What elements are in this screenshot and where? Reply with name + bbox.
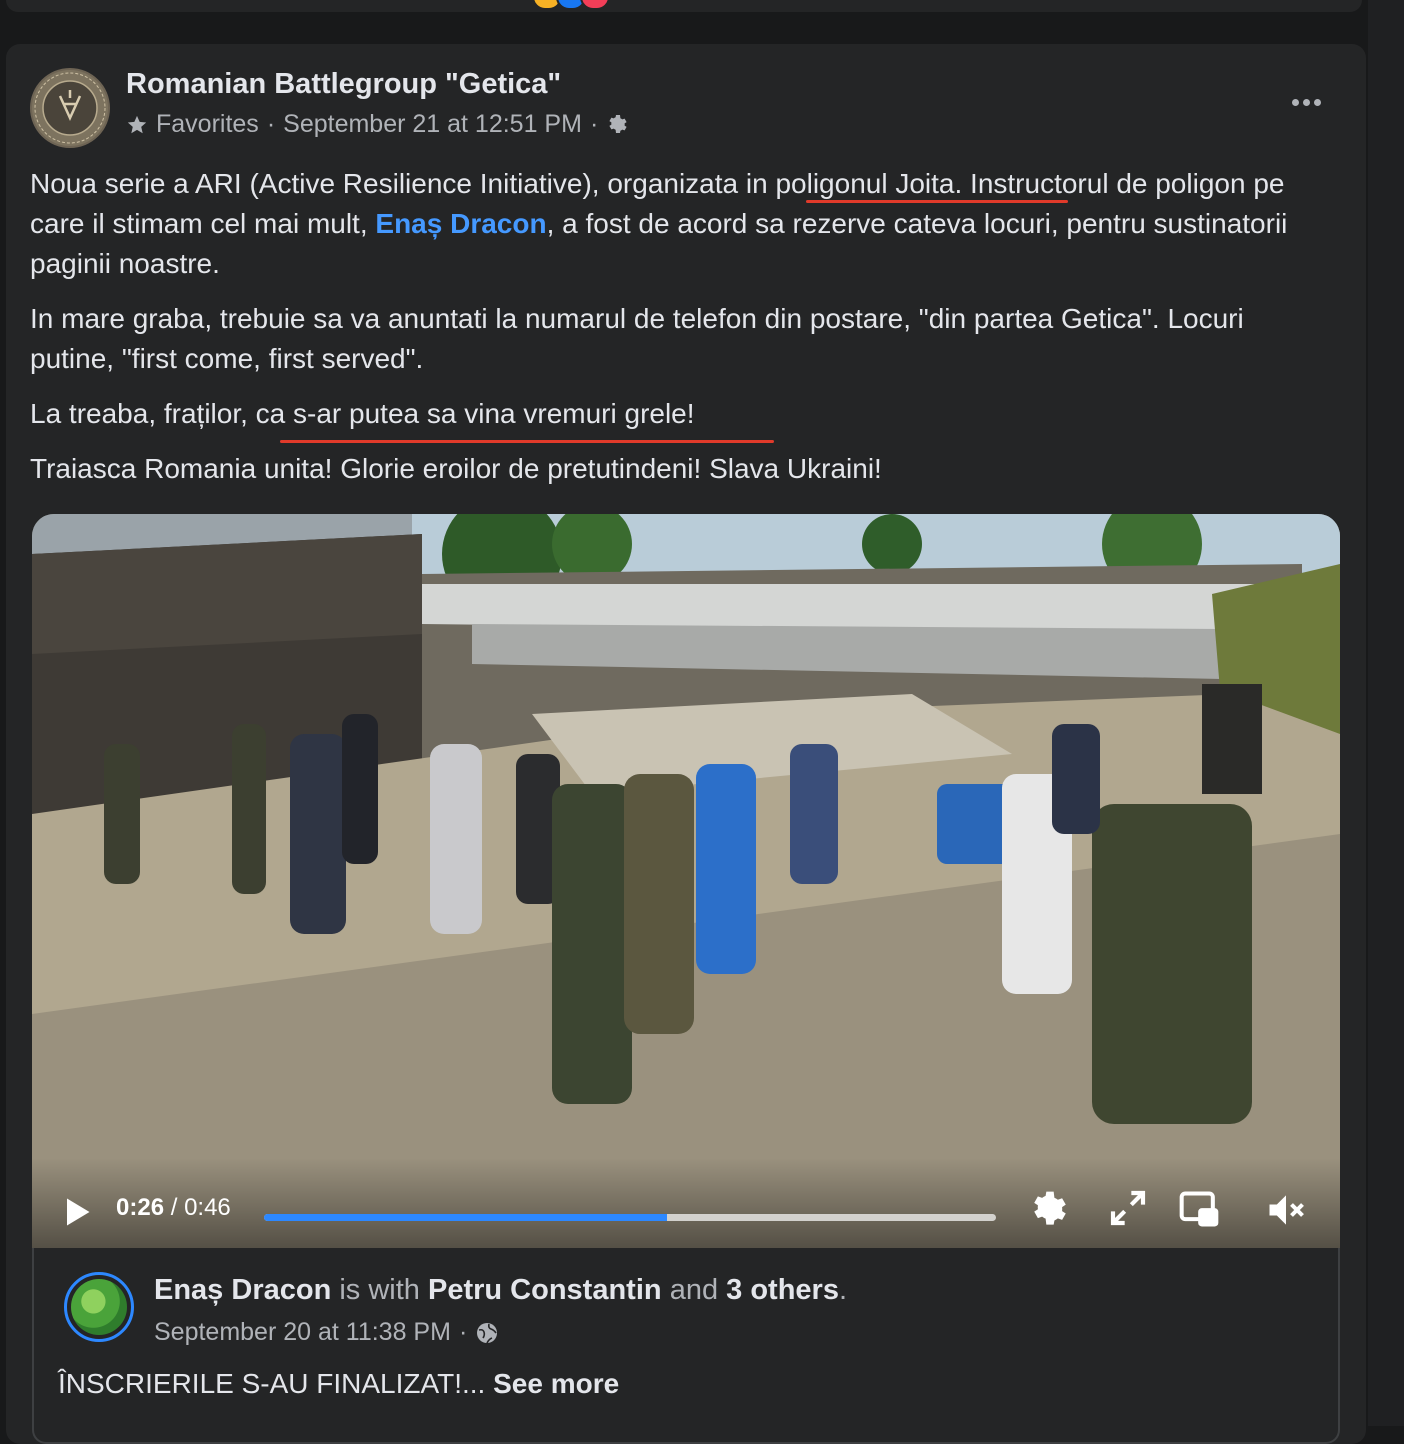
favorites-label[interactable]: Favorites <box>156 110 259 139</box>
meta-separator: · <box>266 110 276 138</box>
video-player[interactable]: 0:26 / 0:46 <box>32 514 1340 1248</box>
gear-icon[interactable] <box>606 113 630 137</box>
time-divider: / <box>170 1194 178 1221</box>
attached-meta: September 20 at 11:38 PM · <box>154 1318 499 1347</box>
attached-preview-text: ÎNSCRIERILE S-AU FINALIZAT!... <box>58 1368 486 1399</box>
picture-in-picture-icon[interactable] <box>1178 1188 1222 1232</box>
page-avatar[interactable] <box>30 68 110 148</box>
play-icon[interactable] <box>58 1194 94 1230</box>
post-paragraph-2: In mare graba, trebuie sa va anuntati la… <box>30 303 1244 374</box>
progress-fill <box>264 1214 667 1221</box>
post-paragraph-1: Noua serie a ARI (Active Resilience Init… <box>30 168 1288 279</box>
attached-preview: ÎNSCRIERILE S-AU FINALIZAT!... See more <box>58 1368 619 1400</box>
settings-gear-icon[interactable] <box>1028 1188 1072 1232</box>
attached-author-avatar[interactable] <box>64 1272 134 1342</box>
page-name-link[interactable]: Romanian Battlegroup "Getica" <box>126 68 561 101</box>
muted-speaker-icon[interactable] <box>1264 1188 1308 1232</box>
attached-post[interactable]: Enaș Dracon is with Petru Constantin and… <box>32 1248 1340 1444</box>
spellcheck-underline <box>280 440 774 443</box>
fullscreen-icon[interactable] <box>1108 1188 1148 1228</box>
post-paragraph-3: La treaba, fraților, ca s-ar putea sa vi… <box>30 398 695 429</box>
post-body: Noua serie a ARI (Active Resilience Init… <box>30 164 1330 504</box>
tagged-others-link[interactable]: 3 others <box>726 1274 839 1306</box>
tagged-person-link[interactable]: Petru Constantin <box>428 1274 662 1306</box>
duration: 0:46 <box>184 1194 231 1221</box>
progress-bar[interactable] <box>264 1214 996 1221</box>
attached-author-line: Enaș Dracon is with Petru Constantin and… <box>154 1274 848 1306</box>
previous-post-footer <box>6 0 1362 12</box>
globe-icon <box>477 1322 498 1343</box>
love-reaction-icon <box>580 0 610 10</box>
post-paragraph-4: Traiasca Romania unita! Glorie eroilor d… <box>30 453 882 484</box>
attached-author-link[interactable]: Enaș Dracon <box>154 1274 331 1306</box>
current-time: 0:26 <box>116 1194 165 1221</box>
spellcheck-underline <box>806 200 1068 203</box>
meta-separator: · <box>589 110 599 138</box>
reaction-icons[interactable] <box>532 0 610 10</box>
mention-link[interactable]: Enaș Dracon <box>375 208 546 239</box>
more-options-icon <box>1291 98 1299 106</box>
right-scroll-rail <box>1368 0 1404 1426</box>
battlegroup-emblem-icon <box>32 70 108 146</box>
video-frame <box>32 514 1340 1248</box>
meta-separator: · <box>458 1318 468 1346</box>
video-controls: 0:26 / 0:46 <box>32 1158 1340 1248</box>
post-card: Romanian Battlegroup "Getica" Favorites … <box>6 44 1366 1444</box>
post-meta: Favorites · September 21 at 12:51 PM · <box>126 110 630 139</box>
post-timestamp[interactable]: September 21 at 12:51 PM <box>283 110 582 139</box>
see-more-link[interactable]: See more <box>493 1368 619 1399</box>
attached-timestamp[interactable]: September 20 at 11:38 PM <box>154 1318 451 1347</box>
star-icon <box>127 115 147 133</box>
video-time: 0:26 / 0:46 <box>116 1194 231 1222</box>
more-options-button[interactable] <box>1286 90 1326 114</box>
